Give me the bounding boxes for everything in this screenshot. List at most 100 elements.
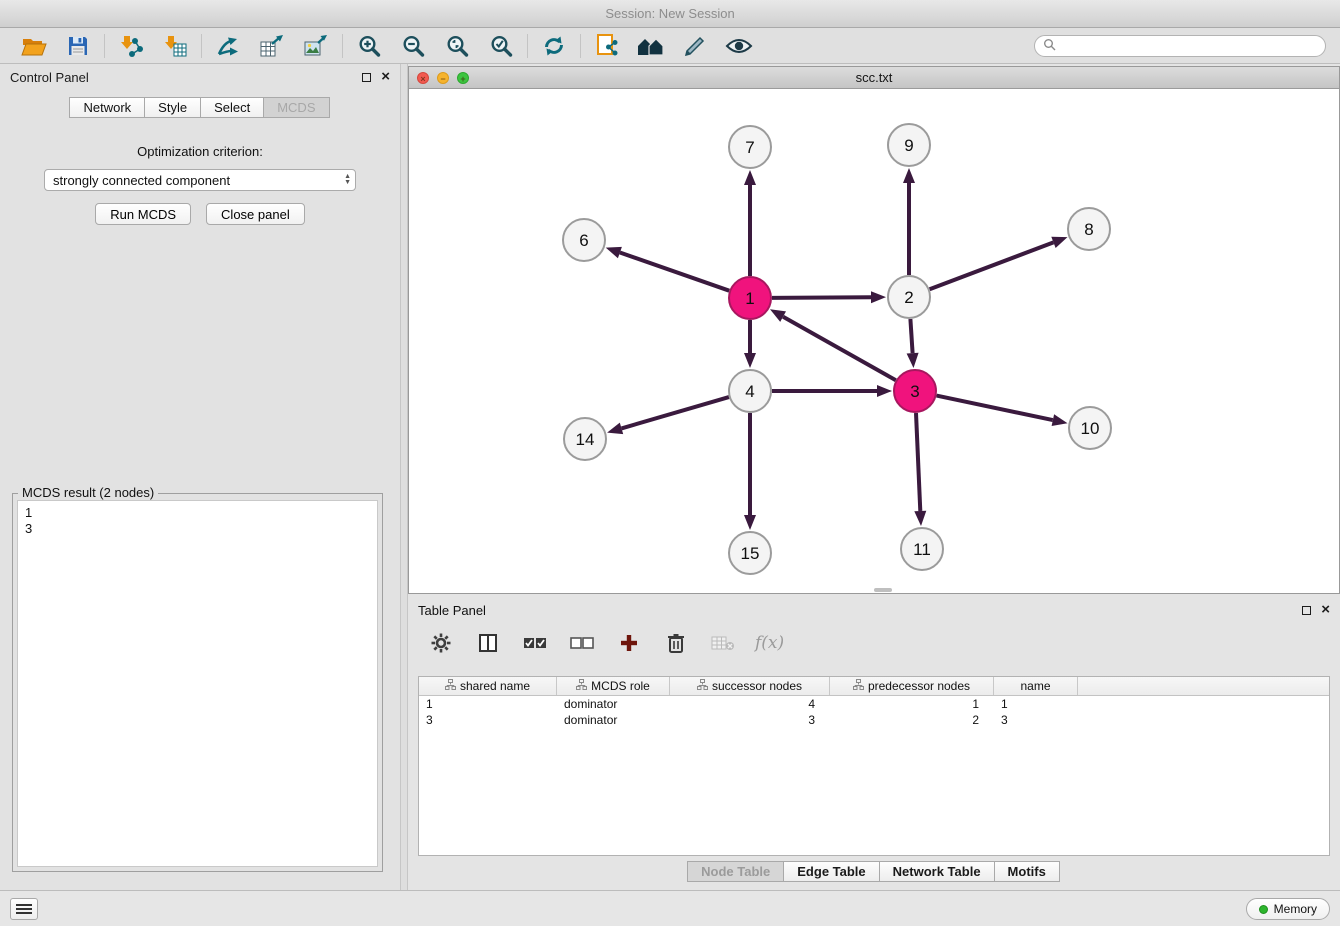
- column-header-shared-name[interactable]: shared name: [419, 677, 557, 695]
- application-window: Session: New Session: [0, 0, 1340, 926]
- column-header-predecessor-nodes[interactable]: predecessor nodes: [830, 677, 994, 695]
- graph-edge-2-3[interactable]: [910, 319, 912, 353]
- table-row[interactable]: 3 dominator 3 2 3: [419, 712, 1329, 728]
- select-all-rows-icon[interactable]: [520, 629, 550, 657]
- mcds-result-title: MCDS result (2 nodes): [18, 485, 158, 500]
- graph-edge-3-10[interactable]: [937, 396, 1053, 421]
- float-panel-icon[interactable]: [362, 73, 371, 82]
- tab-network-table[interactable]: Network Table: [879, 861, 995, 882]
- graph-edge-1-6[interactable]: [620, 253, 729, 291]
- tab-select[interactable]: Select: [200, 97, 264, 118]
- duplicate-network-icon[interactable]: [592, 32, 622, 60]
- graph-edge-arrowhead: [606, 247, 622, 258]
- network-canvas[interactable]: 1 2 3 4 6 7 8 9 10 11 14 15: [409, 89, 1339, 593]
- delete-selected-icon[interactable]: [661, 629, 691, 657]
- tab-style[interactable]: Style: [144, 97, 201, 118]
- search-input[interactable]: [1061, 39, 1317, 53]
- column-header-mcds-role[interactable]: MCDS role: [557, 677, 670, 695]
- close-panel-icon[interactable]: [381, 72, 390, 82]
- function-builder-icon[interactable]: f(x): [755, 633, 784, 653]
- tab-node-table[interactable]: Node Table: [687, 861, 784, 882]
- graph-node-2[interactable]: 2: [888, 276, 930, 318]
- criterion-dropdown-value: strongly connected component: [53, 173, 230, 188]
- svg-text:3: 3: [910, 382, 919, 401]
- graph-node-11[interactable]: 11: [901, 528, 943, 570]
- deselect-all-rows-icon[interactable]: [567, 629, 597, 657]
- graph-node-3[interactable]: 3: [894, 370, 936, 412]
- zoom-in-icon[interactable]: [354, 32, 384, 60]
- tab-motifs[interactable]: Motifs: [994, 861, 1060, 882]
- search-field[interactable]: [1034, 35, 1326, 57]
- tab-edge-table[interactable]: Edge Table: [783, 861, 879, 882]
- tab-mcds[interactable]: MCDS: [263, 97, 329, 118]
- cell-name[interactable]: 1: [994, 696, 1078, 712]
- show-columns-icon[interactable]: [473, 629, 503, 657]
- task-history-button[interactable]: [10, 898, 38, 920]
- graph-edge-arrowhead: [744, 515, 756, 530]
- eye-icon[interactable]: [724, 32, 754, 60]
- table-row[interactable]: 1 dominator 4 1 1: [419, 696, 1329, 712]
- graph-node-10[interactable]: 10: [1069, 407, 1111, 449]
- cell-shared-name[interactable]: 3: [419, 712, 557, 728]
- close-panel-icon[interactable]: [1321, 605, 1330, 615]
- cell-mcds-role[interactable]: dominator: [557, 712, 670, 728]
- graph-node-8[interactable]: 8: [1068, 208, 1110, 250]
- cell-shared-name[interactable]: 1: [419, 696, 557, 712]
- close-window-icon[interactable]: [417, 72, 429, 84]
- horizontal-scrollbar[interactable]: [874, 588, 892, 592]
- cell-predecessor-nodes[interactable]: 1: [830, 696, 994, 712]
- table-settings-icon[interactable]: [426, 629, 456, 657]
- table-panel-title: Table Panel: [418, 603, 486, 618]
- criterion-dropdown[interactable]: strongly connected component ▲▼: [44, 169, 356, 191]
- mcds-result-textarea[interactable]: 1 3: [17, 500, 378, 867]
- close-panel-button[interactable]: Close panel: [206, 203, 305, 225]
- graph-node-1[interactable]: 1: [729, 277, 771, 319]
- open-file-icon[interactable]: [19, 32, 49, 60]
- paint-style-icon[interactable]: [680, 32, 710, 60]
- graph-node-6[interactable]: 6: [563, 219, 605, 261]
- graph-edge-arrowhead: [907, 353, 919, 368]
- first-neighbors-icon[interactable]: [636, 32, 666, 60]
- export-network-icon[interactable]: [213, 32, 243, 60]
- cell-mcds-role[interactable]: dominator: [557, 696, 670, 712]
- graph-edge-4-14[interactable]: [622, 397, 729, 428]
- svg-text:4: 4: [745, 382, 754, 401]
- float-panel-icon[interactable]: [1302, 606, 1311, 615]
- graph-node-9[interactable]: 9: [888, 124, 930, 166]
- network-window-title: scc.txt: [856, 70, 893, 85]
- minimize-window-icon[interactable]: [437, 72, 449, 84]
- cell-predecessor-nodes[interactable]: 2: [830, 712, 994, 728]
- graph-node-14[interactable]: 14: [564, 418, 606, 460]
- import-table-icon[interactable]: [160, 32, 190, 60]
- cell-successor-nodes[interactable]: 4: [670, 696, 830, 712]
- refresh-icon[interactable]: [539, 32, 569, 60]
- graph-edge-1-2[interactable]: [772, 297, 871, 298]
- zoom-selected-icon[interactable]: [486, 32, 516, 60]
- panel-splitter[interactable]: [400, 64, 408, 890]
- graph-node-7[interactable]: 7: [729, 126, 771, 168]
- network-window-titlebar[interactable]: scc.txt: [409, 67, 1339, 89]
- graph-edge-3-11[interactable]: [916, 413, 920, 511]
- zoom-out-icon[interactable]: [398, 32, 428, 60]
- graph-node-15[interactable]: 15: [729, 532, 771, 574]
- cell-successor-nodes[interactable]: 3: [670, 712, 830, 728]
- import-network-icon[interactable]: [116, 32, 146, 60]
- result-line: 3: [25, 521, 370, 537]
- delete-column-icon[interactable]: [708, 629, 738, 657]
- graph-node-4[interactable]: 4: [729, 370, 771, 412]
- save-session-icon[interactable]: [63, 32, 93, 60]
- column-header-name[interactable]: name: [994, 677, 1078, 695]
- tab-network[interactable]: Network: [69, 97, 145, 118]
- graph-edge-3-1[interactable]: [783, 317, 896, 381]
- cell-name[interactable]: 3: [994, 712, 1078, 728]
- memory-button[interactable]: Memory: [1246, 898, 1330, 920]
- run-mcds-button[interactable]: Run MCDS: [95, 203, 191, 225]
- svg-text:11: 11: [913, 540, 931, 559]
- maximize-window-icon[interactable]: [457, 72, 469, 84]
- graph-edge-2-8[interactable]: [930, 242, 1054, 289]
- column-header-successor-nodes[interactable]: successor nodes: [670, 677, 830, 695]
- export-table-icon[interactable]: [257, 32, 287, 60]
- add-column-icon[interactable]: [614, 629, 644, 657]
- zoom-fit-icon[interactable]: [442, 32, 472, 60]
- export-image-icon[interactable]: [301, 32, 331, 60]
